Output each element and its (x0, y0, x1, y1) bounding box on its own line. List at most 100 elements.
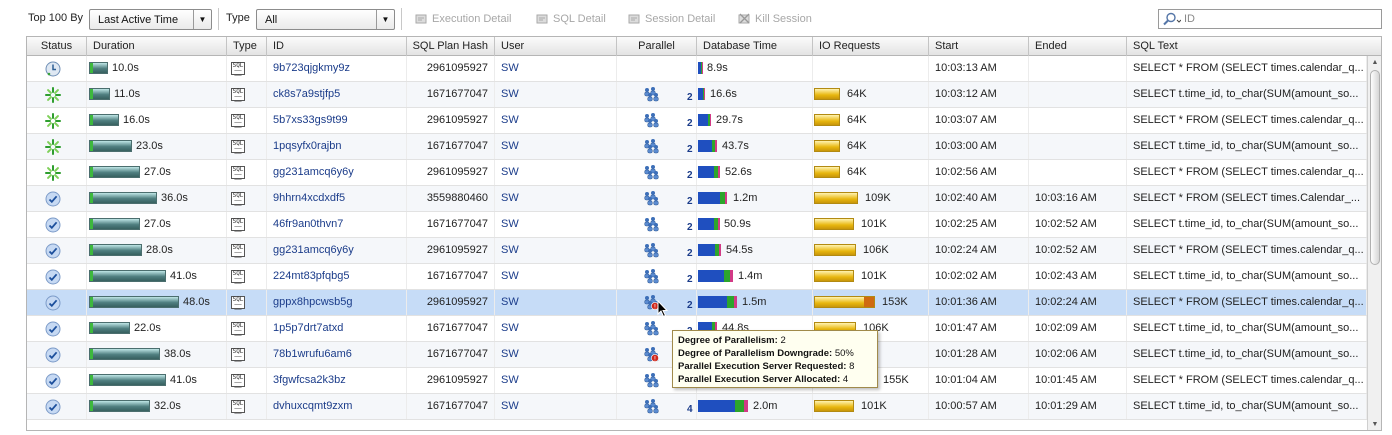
ended-time-value: 10:01:45 AM (1035, 374, 1097, 386)
cell-database-time: 1.5m (697, 290, 813, 315)
column-header-ended[interactable]: Ended (1029, 37, 1127, 56)
sql-id-link[interactable]: gppx8hpcwsb5g (273, 296, 353, 308)
table-row[interactable]: 36.0s SQL —— —— 9hhrn4xcdxdf5 3559880460 SW 2 1.… (27, 186, 1367, 212)
user-link[interactable]: SW (501, 400, 519, 412)
user-link[interactable]: SW (501, 88, 519, 100)
scroll-up-icon[interactable]: ▲ (1368, 56, 1381, 70)
table-row[interactable]: 28.0s SQL —— —— gg231amcq6y6y 2961095927 SW 2 54… (27, 238, 1367, 264)
top-by-value: Last Active Time (98, 14, 179, 26)
sql-plan-hash-value: 1671677047 (426, 88, 488, 100)
top-by-select[interactable]: Last Active Time ▼ (89, 9, 212, 30)
sql-id-link[interactable]: 3fgwfcsa2k3bz (273, 374, 346, 386)
cell-sql-text: SELECT * FROM (SELECT times.calendar_q..… (1127, 290, 1367, 315)
duration-bar-cpu-segment (90, 219, 93, 229)
parallel-servers-icon[interactable]: 2 (643, 241, 693, 261)
parallel-servers-icon[interactable]: 2 (643, 189, 693, 209)
column-header-user[interactable]: User (495, 37, 617, 56)
sql-id-link[interactable]: 1p5p7drt7atxd (273, 322, 343, 334)
user-link[interactable]: SW (501, 270, 519, 282)
column-header-io-requests[interactable]: IO Requests (813, 37, 929, 56)
database-time-segment (715, 140, 717, 152)
user-link[interactable]: SW (501, 348, 519, 360)
user-link[interactable]: SW (501, 166, 519, 178)
parallel-servers-icon[interactable]: 2 (643, 267, 693, 287)
start-time-value: 10:02:02 AM (935, 270, 997, 282)
table-row[interactable]: 32.0s SQL —— —— dvhuxcqmt9zxm 1671677047 SW 4 2.… (27, 394, 1367, 420)
sql-id-link[interactable]: gg231amcq6y6y (273, 244, 354, 256)
sql-id-link[interactable]: 5b7xs33gs9t99 (273, 114, 348, 126)
sql-id-link[interactable]: 9hhrn4xcdxdf5 (273, 192, 345, 204)
database-time-segment (698, 114, 708, 126)
table-row[interactable]: 41.0s SQL —— —— 224mt83pfqbg5 1671677047 SW 2 1.… (27, 264, 1367, 290)
column-header-parallel[interactable]: Parallel (617, 37, 697, 56)
cell-start: 10:01:04 AM (929, 368, 1029, 393)
parallel-servers-icon[interactable]: 2 (643, 163, 693, 183)
chevron-down-icon[interactable]: ▼ (376, 10, 394, 29)
vertical-scrollbar[interactable]: ▲ ▼ (1367, 56, 1381, 430)
duration-value: 16.0s (123, 114, 150, 126)
user-link[interactable]: SW (501, 374, 519, 386)
user-link[interactable]: SW (501, 218, 519, 230)
cell-sql-text: SELECT t.time_id, to_char(SUM(amount_so.… (1127, 394, 1367, 419)
parallel-servers-icon[interactable]: 2 (643, 215, 693, 235)
search-input[interactable]: ID (1158, 9, 1382, 29)
user-link[interactable]: SW (501, 296, 519, 308)
user-link[interactable]: SW (501, 192, 519, 204)
parallel-servers-icon[interactable]: 2 (643, 137, 693, 157)
type-value: All (265, 14, 278, 26)
sql-id-link[interactable]: 78b1wrufu6am6 (273, 348, 352, 360)
parallel-servers-icon[interactable]: 4 (643, 371, 693, 391)
parallel-degree-value: 2 (687, 222, 693, 233)
database-time-segment (727, 296, 734, 308)
parallel-servers-icon[interactable]: 2 (643, 319, 693, 339)
cell-status (27, 394, 87, 419)
io-requests-bar (814, 400, 854, 412)
execution-detail-button[interactable]: Execution Detail (414, 12, 512, 25)
user-link[interactable]: SW (501, 322, 519, 334)
table-row[interactable]: 11.0s SQL —— —— ck8s7a9stjfp5 1671677047 SW 2 16… (27, 82, 1367, 108)
sql-id-link[interactable]: 224mt83pfqbg5 (273, 270, 349, 282)
scroll-thumb[interactable] (1370, 70, 1380, 265)
sql-id-link[interactable]: 46fr9an0thvn7 (273, 218, 343, 230)
parallel-degree-value: 2 (687, 196, 693, 207)
parallel-servers-icon[interactable]: 2 (643, 85, 693, 105)
cell-io-requests: 101K (813, 264, 929, 289)
sql-id-link[interactable]: dvhuxcqmt9zxm (273, 400, 352, 412)
table-row[interactable]: 23.0s SQL —— —— 1pqsyfx0rajbn 1671677047 SW 2 43… (27, 134, 1367, 160)
parallel-downgrade-icon[interactable]: !2 (643, 345, 693, 365)
table-row[interactable]: 10.0s SQL —— —— 9b723qjgkmy9z 2961095927 SW 8.9… (27, 56, 1367, 82)
sql-id-link[interactable]: 9b723qjgkmy9z (273, 62, 350, 74)
sql-id-link[interactable]: 1pqsyfx0rajbn (273, 140, 342, 152)
column-header-start[interactable]: Start (929, 37, 1029, 56)
sql-id-link[interactable]: gg231amcq6y6y (273, 166, 354, 178)
column-header-type[interactable]: Type (227, 37, 267, 56)
table-row[interactable]: 27.0s SQL —— —— gg231amcq6y6y 2961095927 SW 2 52… (27, 160, 1367, 186)
column-header-database-time[interactable]: Database Time (697, 37, 813, 56)
user-link[interactable]: SW (501, 140, 519, 152)
sql-id-link[interactable]: ck8s7a9stjfp5 (273, 88, 340, 100)
column-header-sql-plan-hash[interactable]: SQL Plan Hash (407, 37, 495, 56)
scroll-down-icon[interactable]: ▼ (1368, 418, 1381, 430)
table-row[interactable]: 27.0s SQL —— —— 46fr9an0thvn7 1671677047 SW 2 50… (27, 212, 1367, 238)
sql-detail-button[interactable]: SQL Detail (535, 12, 606, 25)
parallel-servers-icon[interactable]: 2 (643, 111, 693, 131)
duration-bar-cpu-segment (90, 271, 93, 281)
table-row[interactable]: 48.0s SQL —— —— gppx8hpcwsb5g 2961095927 SW! 2 1… (27, 290, 1367, 316)
parallel-servers-icon[interactable]: 4 (643, 397, 693, 417)
column-header-duration[interactable]: Duration (87, 37, 227, 56)
table-row[interactable]: 16.0s SQL —— —— 5b7xs33gs9t99 2961095927 SW 2 29… (27, 108, 1367, 134)
column-header-sql-text[interactable]: SQL Text (1127, 37, 1381, 56)
kill-session-button[interactable]: Kill Session (737, 12, 812, 25)
cell-duration: 27.0s (87, 160, 227, 185)
chevron-down-icon[interactable]: ▼ (193, 10, 211, 29)
session-detail-button[interactable]: Session Detail (627, 12, 715, 25)
type-select[interactable]: All ▼ (256, 9, 395, 30)
user-link[interactable]: SW (501, 244, 519, 256)
cell-sql-plan-hash: 1671677047 (407, 82, 495, 107)
cell-user: SW (495, 342, 617, 367)
cell-id: gg231amcq6y6y (267, 238, 407, 263)
user-link[interactable]: SW (501, 114, 519, 126)
user-link[interactable]: SW (501, 62, 519, 74)
column-header-status[interactable]: Status (27, 37, 87, 56)
column-header-id[interactable]: ID (267, 37, 407, 56)
